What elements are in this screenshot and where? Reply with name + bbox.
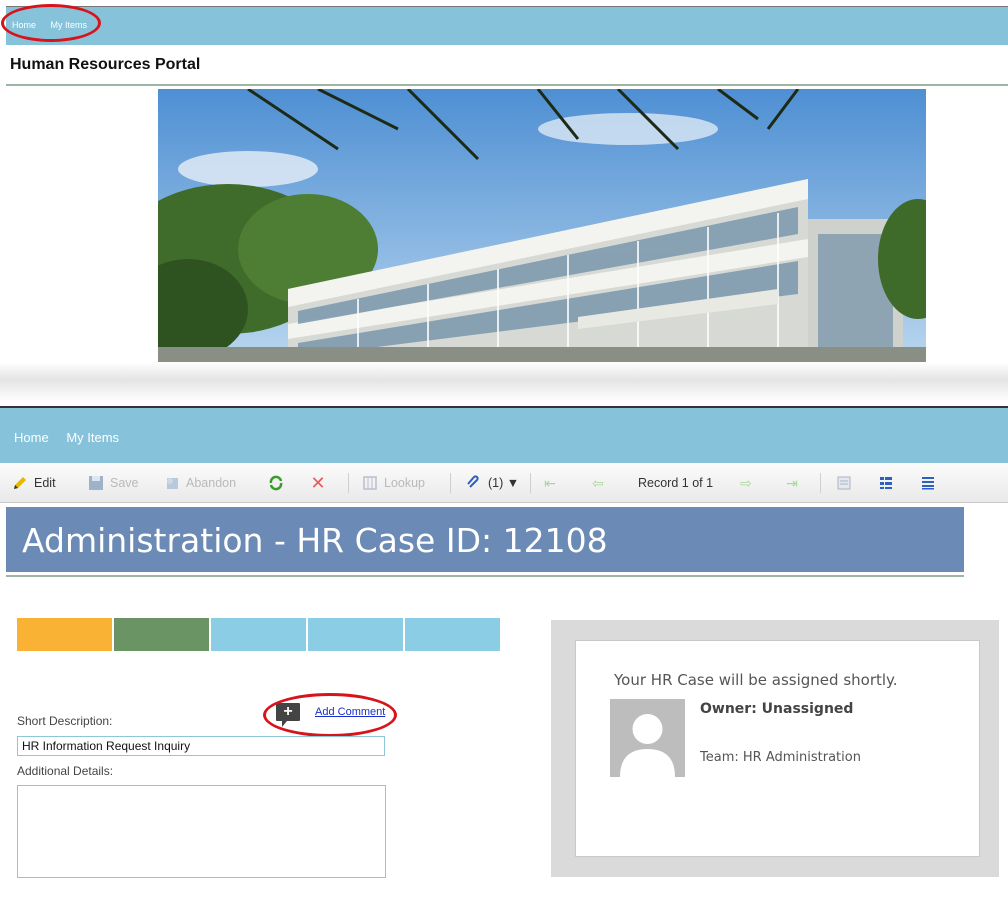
list-view-button[interactable] [878, 475, 900, 491]
prev-record-button[interactable]: ⇦ [590, 475, 612, 491]
banner-image [158, 89, 926, 362]
stage-segment [405, 618, 500, 651]
lookup-icon [363, 476, 377, 490]
next-record-button[interactable]: ⇨ [738, 475, 760, 491]
assignment-message: Your HR Case will be assigned shortly. [614, 671, 898, 689]
banner-building-illustration [158, 89, 926, 362]
edit-button[interactable]: Edit [12, 475, 56, 491]
hr-case-screenshot: Home My Items Edit Save Abandon ✕ Lookup… [0, 406, 1008, 915]
abandon-icon [167, 478, 178, 489]
stage-segment [308, 618, 403, 651]
stage-segment [114, 618, 209, 651]
next-record-icon: ⇨ [740, 475, 752, 491]
additional-details-label: Additional Details: [17, 764, 114, 778]
avatar [610, 699, 685, 777]
avatar-icon [610, 699, 685, 777]
nav-my-items-link[interactable]: My Items [66, 430, 119, 445]
portal-title: Human Resources Portal [10, 56, 201, 73]
abandon-button[interactable]: Abandon [164, 475, 236, 491]
header-divider [6, 84, 1008, 86]
form-view-button[interactable] [836, 475, 858, 491]
last-record-button[interactable]: ⇥ [784, 475, 806, 491]
toolbar-separator [820, 473, 821, 493]
nav-home-link[interactable]: Home [14, 430, 49, 445]
highlight-circle-comment [263, 693, 397, 737]
short-description-input[interactable] [17, 736, 385, 756]
case-nav-links: Home My Items [14, 430, 133, 445]
edit-label: Edit [34, 476, 56, 490]
toolbar-separator [530, 473, 531, 493]
toolbar-separator [348, 473, 349, 493]
delete-button[interactable]: ✕ [310, 473, 332, 493]
last-record-icon: ⇥ [786, 475, 798, 491]
detail-view-button[interactable] [920, 475, 942, 491]
lookup-button[interactable]: Lookup [362, 475, 425, 491]
pencil-icon [14, 477, 26, 489]
portal-top-nav: Home My Items [6, 6, 1008, 45]
save-button[interactable]: Save [88, 475, 139, 491]
delete-icon: ✕ [310, 473, 326, 493]
abandon-label: Abandon [186, 476, 237, 490]
refresh-icon [269, 475, 283, 491]
record-toolbar: Edit Save Abandon ✕ Lookup (1) ▼ ⇤ ⇦ Rec… [0, 464, 1008, 503]
highlight-circle-nav [1, 4, 101, 42]
owner-label: Owner: Unassigned [700, 701, 854, 717]
save-label: Save [110, 476, 139, 490]
assignment-panel: Your HR Case will be assigned shortly. O… [551, 620, 999, 877]
case-top-nav: Home My Items [0, 408, 1008, 463]
first-record-button[interactable]: ⇤ [542, 475, 564, 491]
team-label: Team: HR Administration [700, 750, 861, 765]
stage-segment [211, 618, 306, 651]
list-view-icon [880, 477, 892, 489]
paperclip-icon [467, 475, 479, 488]
case-stage-progress [17, 618, 502, 651]
stage-segment [17, 618, 112, 651]
record-counter: Record 1 of 1 [638, 476, 714, 490]
detail-view-icon [922, 477, 934, 490]
prev-record-icon: ⇦ [592, 475, 604, 491]
lookup-label: Lookup [384, 476, 426, 490]
case-title-bar: Administration - HR Case ID: 12108 [6, 507, 964, 572]
refresh-button[interactable] [268, 475, 290, 491]
toolbar-separator [450, 473, 451, 493]
case-title: Administration - HR Case ID: 12108 [22, 521, 608, 560]
short-description-label: Short Description: [17, 714, 113, 728]
attachments-label: (1) ▼ [488, 476, 520, 490]
first-record-icon: ⇤ [544, 475, 556, 491]
form-view-icon [837, 476, 851, 490]
portal-home-screenshot: Home My Items Human Resources Portal [0, 0, 1008, 362]
assignment-card: Your HR Case will be assigned shortly. O… [575, 640, 980, 857]
screenshot-separator [0, 362, 1008, 402]
title-divider [6, 575, 964, 577]
save-icon [89, 476, 103, 490]
additional-details-textarea[interactable] [17, 785, 386, 878]
attachments-button[interactable]: (1) ▼ [466, 475, 519, 491]
